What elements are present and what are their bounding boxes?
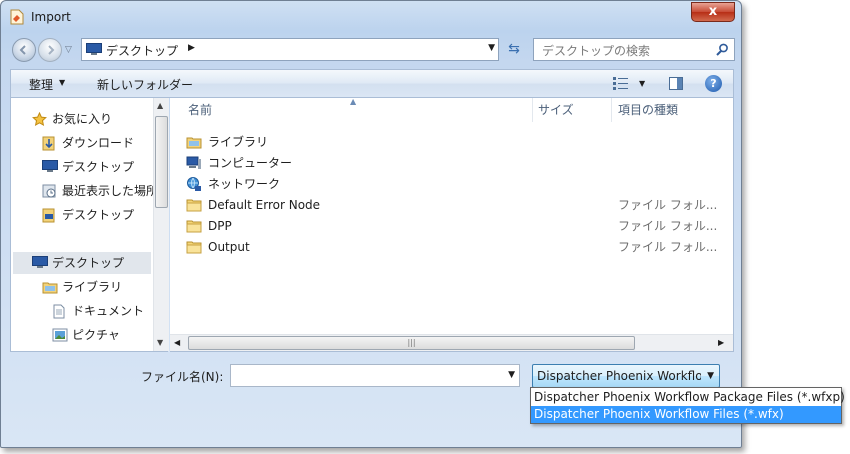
folder-icon	[186, 220, 202, 233]
file-row-dpp[interactable]: DPP ファイル フォル...	[186, 216, 726, 237]
computer-icon	[186, 156, 201, 169]
dialog-client: ▽ デスクトップ ▶ ▼ ⇆ デスクトップの検索 整理 ▼ 新しいフォルダー ▼…	[9, 33, 735, 443]
navigation-pane: お気に入り ダウンロード デスクトップ 最近表示した場所 デスクトップ デスクト…	[10, 98, 169, 352]
column-header-name[interactable]: 名前	[188, 98, 212, 122]
downloads-icon	[42, 136, 55, 151]
preview-pane-icon[interactable]	[669, 77, 683, 90]
scroll-right-icon[interactable]: ▶	[718, 338, 724, 347]
search-placeholder: デスクトップの検索	[542, 44, 651, 58]
library-icon	[186, 137, 202, 149]
desktop-shortcut-icon	[42, 208, 55, 223]
nav-label: ライブラリ	[62, 280, 123, 294]
scroll-thumb[interactable]: |||	[188, 336, 635, 350]
pictures-icon	[52, 328, 68, 342]
folder-icon	[186, 241, 202, 254]
file-type: ファイル フォル...	[618, 219, 718, 233]
organize-dropdown-icon[interactable]: ▼	[59, 78, 65, 87]
view-dropdown-icon[interactable]: ▼	[639, 79, 645, 88]
column-divider[interactable]	[532, 98, 533, 122]
desktop-icon	[86, 43, 102, 55]
file-type: ファイル フォル...	[618, 240, 718, 254]
file-type-dropdown-icon[interactable]: ▼	[707, 371, 714, 381]
back-arrow-icon	[19, 45, 26, 55]
file-name: ネットワーク	[208, 177, 281, 191]
library-icon	[42, 282, 58, 294]
sort-ascending-icon: ▲	[350, 97, 357, 106]
column-divider[interactable]	[611, 98, 612, 122]
file-name-dropdown-icon[interactable]: ▼	[508, 370, 515, 380]
nav-label: ピクチャ	[72, 328, 120, 342]
file-name-input[interactable]: ▼	[230, 364, 520, 387]
file-type-selected: Dispatcher Phoenix Workflow Files (*.wfx…	[537, 369, 701, 383]
close-button[interactable]: x	[691, 2, 735, 22]
network-icon	[187, 177, 201, 191]
organize-button[interactable]: 整理	[29, 76, 53, 93]
file-row-network[interactable]: ネットワーク	[186, 174, 726, 195]
recent-places-icon	[42, 184, 56, 198]
desktop-icon	[42, 160, 58, 172]
file-list-horizontal-scrollbar[interactable]: ◀ ||| ▶	[170, 334, 733, 351]
file-type-dropdown-list: Dispatcher Phoenix Workflow Package File…	[530, 387, 845, 424]
desktop-icon	[32, 256, 48, 268]
file-name: DPP	[208, 219, 232, 233]
documents-icon	[53, 304, 65, 319]
forward-button[interactable]	[38, 38, 62, 62]
nav-label: ダウンロード	[62, 136, 135, 150]
search-input[interactable]: デスクトップの検索	[533, 38, 735, 61]
refresh-icon[interactable]: ⇆	[503, 38, 525, 61]
file-list-pane: ▲ 名前 サイズ 項目の種類 ライブラリ コンピューター ネットワーク Defa…	[170, 97, 734, 352]
scroll-left-icon[interactable]: ◀	[174, 338, 180, 347]
file-row-computer[interactable]: コンピューター	[186, 153, 726, 174]
search-icon[interactable]	[716, 43, 729, 56]
nav-label: 最近表示した場所	[62, 184, 159, 198]
nav-label: デスクトップ	[62, 160, 135, 174]
breadcrumb[interactable]: デスクトップ	[106, 42, 178, 59]
import-dialog: Import x ▽ デスクトップ ▶ ▼ ⇆ デスクトップの検索 整理 ▼ 新…	[0, 0, 742, 448]
title-bar[interactable]: Import x	[1, 1, 741, 33]
file-name: ライブラリ	[208, 135, 269, 149]
file-type: ファイル フォル...	[618, 198, 718, 212]
folder-icon	[186, 199, 202, 212]
star-icon	[32, 112, 47, 126]
file-row-libraries[interactable]: ライブラリ	[186, 132, 726, 153]
help-icon[interactable]: ?	[705, 75, 722, 92]
file-name: Default Error Node	[208, 198, 321, 212]
file-name: コンピューター	[208, 156, 293, 170]
file-type-select[interactable]: Dispatcher Phoenix Workflow Files (*.wfx…	[532, 364, 720, 388]
scroll-up-icon[interactable]: ▲	[157, 101, 163, 110]
file-row-default-error-node[interactable]: Default Error Node ファイル フォル...	[186, 195, 726, 216]
file-type-option-wfx[interactable]: Dispatcher Phoenix Workflow Files (*.wfx…	[531, 406, 841, 423]
back-button[interactable]	[12, 38, 36, 62]
file-name: Output	[208, 240, 250, 254]
command-bar: 整理 ▼ 新しいフォルダー ▼ ?	[10, 69, 734, 98]
nav-label: お気に入り	[52, 112, 113, 126]
column-header-type[interactable]: 項目の種類	[618, 98, 678, 122]
address-dropdown-icon[interactable]: ▼	[488, 43, 495, 53]
app-icon	[10, 9, 24, 25]
file-type-option-wfxp[interactable]: Dispatcher Phoenix Workflow Package File…	[531, 389, 845, 406]
recent-locations-dropdown-icon[interactable]: ▽	[65, 45, 72, 55]
breadcrumb-chevron-icon[interactable]: ▶	[188, 43, 195, 53]
column-header-size[interactable]: サイズ	[538, 98, 574, 122]
nav-pane-scrollbar[interactable]: ▲ ▼	[153, 98, 169, 351]
file-name-label: ファイル名(N):	[141, 370, 224, 384]
nav-label: デスクトップ	[52, 256, 125, 270]
forward-arrow-icon	[48, 45, 55, 55]
window-title: Import	[31, 10, 71, 24]
scroll-thumb[interactable]	[155, 116, 168, 208]
file-row-output[interactable]: Output ファイル フォル...	[186, 237, 726, 258]
nav-label: デスクトップ	[62, 208, 135, 222]
new-folder-button[interactable]: 新しいフォルダー	[97, 76, 193, 93]
view-options-icon[interactable]	[613, 77, 631, 90]
scroll-down-icon[interactable]: ▼	[157, 338, 163, 347]
address-bar[interactable]: デスクトップ ▶ ▼	[81, 38, 499, 61]
nav-label: ドキュメント	[72, 304, 145, 318]
